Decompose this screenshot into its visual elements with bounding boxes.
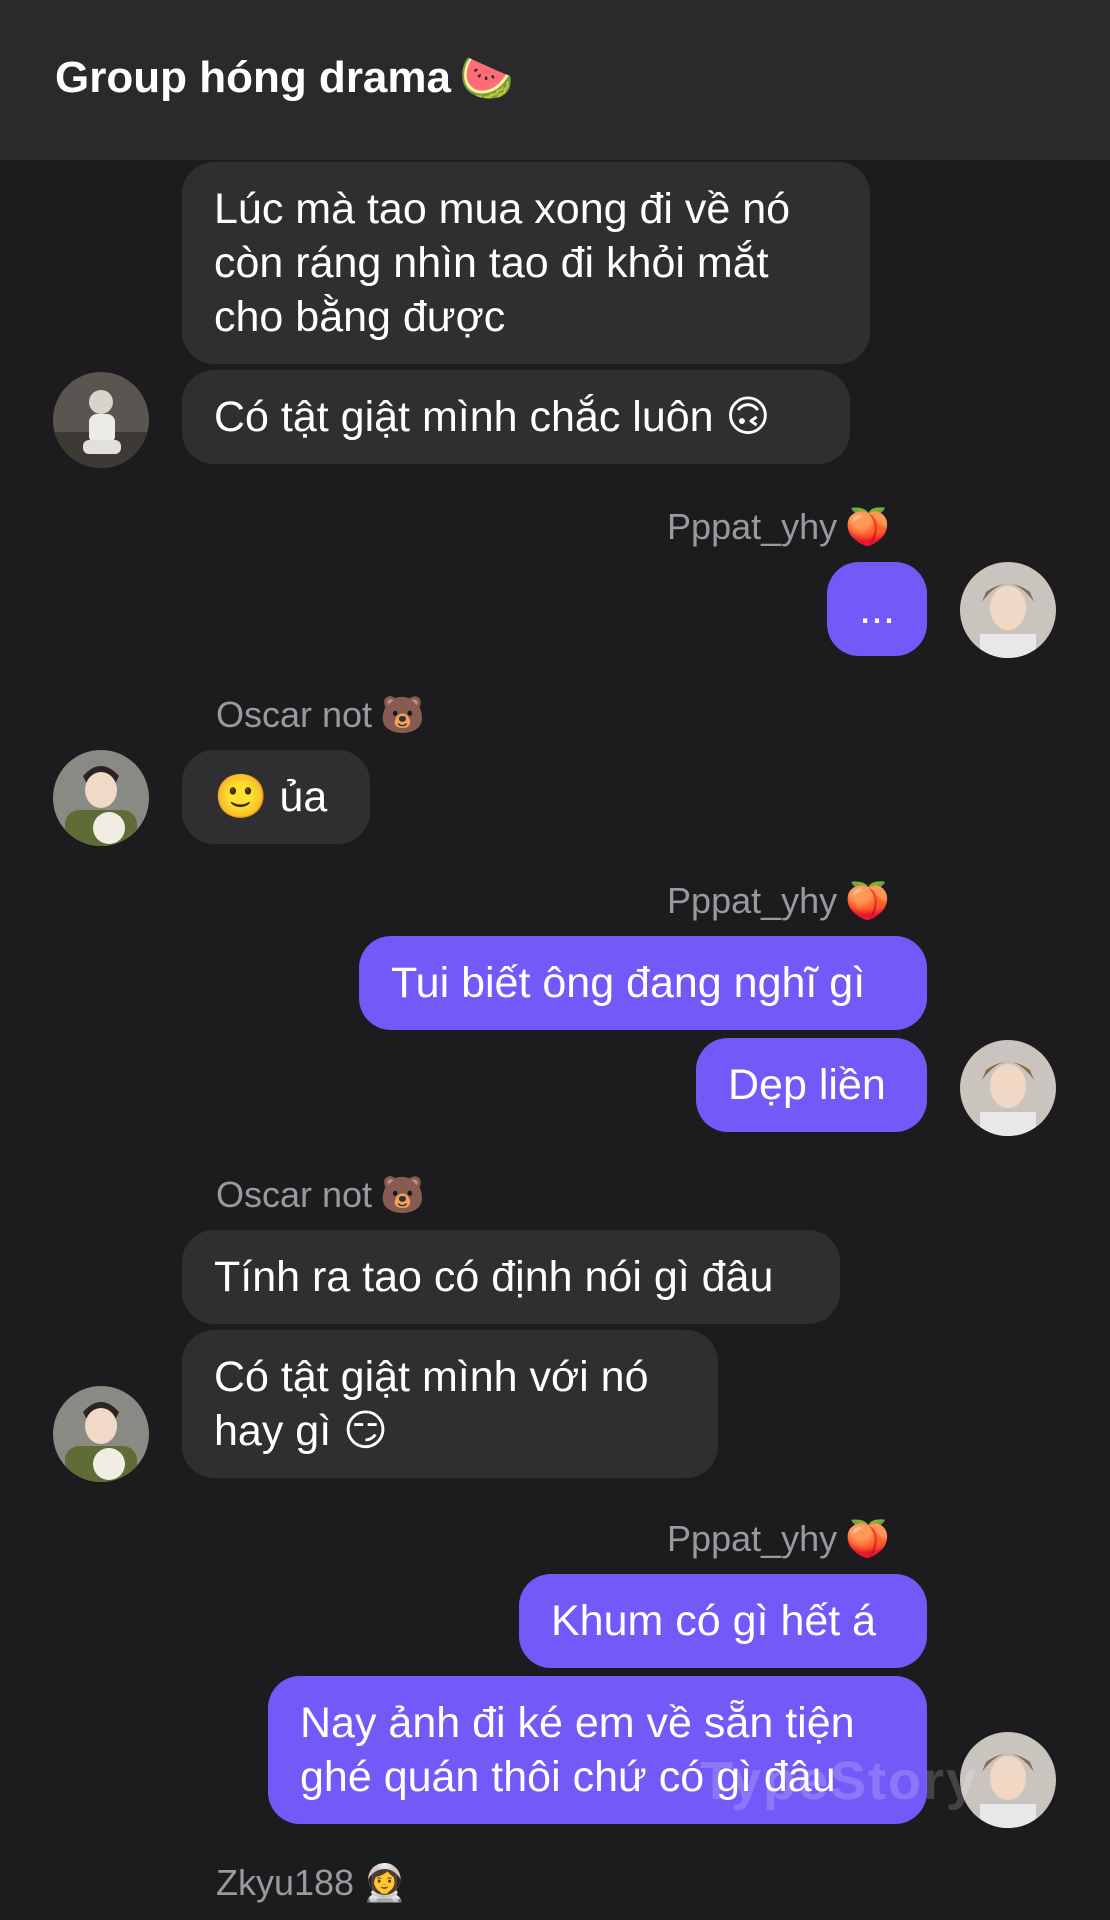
peach-icon: 🍑 [845,507,890,548]
avatar[interactable] [53,372,149,468]
bear-icon: 🐻 [380,695,425,736]
watermark: TypeStory [700,1751,979,1811]
sender-name: Oscar not 🐻 [216,694,425,736]
sender-name: Oscar not 🐻 [216,1174,425,1216]
bear-icon: 🐻 [380,1175,425,1216]
message-bubble-outgoing[interactable]: Dẹp liền [696,1038,927,1132]
message-bubble-incoming[interactable]: Tính ra tao có định nói gì đâu [182,1230,840,1324]
peach-icon: 🍑 [845,881,890,922]
avatar[interactable] [960,1040,1056,1136]
sender-name: Pppat_yhy 🍑 [667,880,890,922]
sender-name: Pppat_yhy 🍑 [667,1518,890,1560]
avatar[interactable] [53,1386,149,1482]
message-bubble-incoming[interactable]: Lúc mà tao mua xong đi về nó còn ráng nh… [182,162,870,364]
message-bubble-incoming[interactable]: 🙂 ủa [182,750,370,844]
message-bubble-outgoing[interactable]: Tui biết ông đang nghĩ gì [359,936,927,1030]
avatar[interactable] [960,562,1056,658]
avatar[interactable] [53,750,149,846]
message-bubble-outgoing[interactable]: ... [827,562,927,656]
message-bubble-incoming[interactable]: Có tật giật mình với nó hay gì 😏 [182,1330,718,1478]
chat-header: Group hóng drama 🍉 [0,0,1110,160]
chat-title-text: Group hóng drama [55,53,451,102]
message-bubble-incoming[interactable]: Có tật giật mình chắc luôn 🙃 [182,370,850,464]
sender-name: Pppat_yhy 🍑 [667,506,890,548]
message-bubble-outgoing[interactable]: Khum có gì hết á [519,1574,927,1668]
astronaut-icon: 👩‍🚀 [362,1863,407,1904]
peach-icon: 🍑 [845,1519,890,1560]
sender-name: Zkyu188 👩‍🚀 [216,1862,407,1904]
watermelon-icon: 🍉 [459,53,514,104]
chat-title[interactable]: Group hóng drama 🍉 [55,52,514,104]
